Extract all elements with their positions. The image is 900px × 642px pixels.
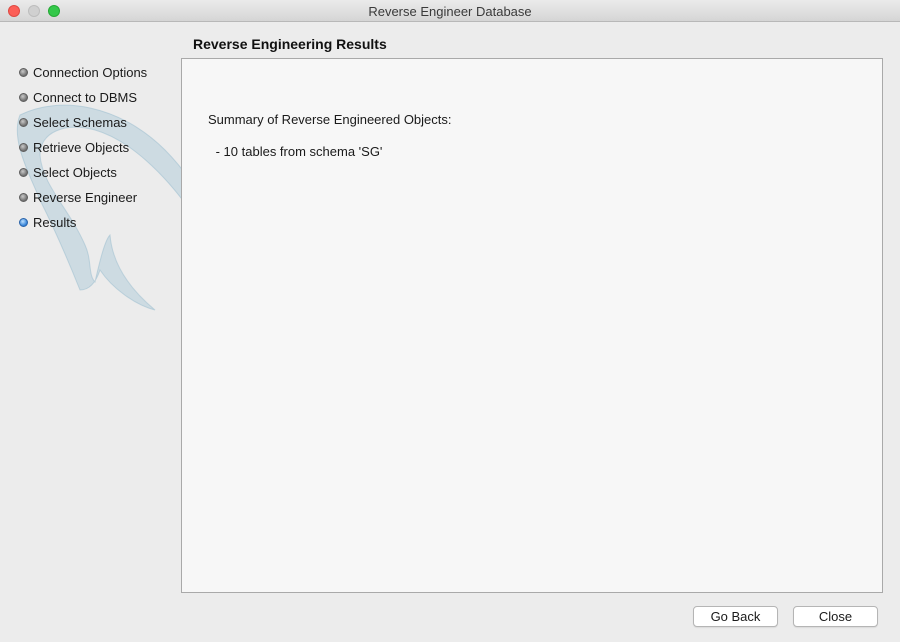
step-select-schemas: Select Schemas xyxy=(18,110,183,135)
step-label: Select Objects xyxy=(33,165,117,180)
wizard-steps: Connection Options Connect to DBMS Selec… xyxy=(18,60,183,235)
step-indicator-icon xyxy=(19,143,28,152)
step-indicator-icon xyxy=(19,168,28,177)
close-button[interactable]: Close xyxy=(793,606,878,627)
page-title: Reverse Engineering Results xyxy=(193,36,387,52)
step-label: Reverse Engineer xyxy=(33,190,138,205)
step-label: Retrieve Objects xyxy=(33,140,130,155)
active-step-indicator-icon xyxy=(19,218,28,227)
step-connection-options: Connection Options xyxy=(18,60,183,85)
step-results: Results xyxy=(18,210,183,235)
step-indicator-icon xyxy=(19,118,28,127)
step-label: Results xyxy=(33,215,77,230)
summary-title: Summary of Reverse Engineered Objects: xyxy=(208,112,452,127)
step-retrieve-objects: Retrieve Objects xyxy=(18,135,183,160)
step-label: Connection Options xyxy=(33,65,148,80)
go-back-button[interactable]: Go Back xyxy=(693,606,778,627)
step-select-objects: Select Objects xyxy=(18,160,183,185)
window-title: Reverse Engineer Database xyxy=(368,4,532,19)
reverse-engineer-window: Reverse Engineer Database Connection Opt… xyxy=(0,0,900,642)
step-indicator-icon xyxy=(19,93,28,102)
step-label: Select Schemas xyxy=(33,115,127,130)
results-panel: Summary of Reverse Engineered Objects: -… xyxy=(181,58,883,593)
step-indicator-icon xyxy=(19,68,28,77)
step-indicator-icon xyxy=(19,193,28,202)
step-label: Connect to DBMS xyxy=(33,90,138,105)
title-bar[interactable]: Reverse Engineer Database xyxy=(0,0,900,22)
summary-line: - 10 tables from schema 'SG' xyxy=(212,144,383,159)
step-reverse-engineer: Reverse Engineer xyxy=(18,185,183,210)
step-connect-to-dbms: Connect to DBMS xyxy=(18,85,183,110)
